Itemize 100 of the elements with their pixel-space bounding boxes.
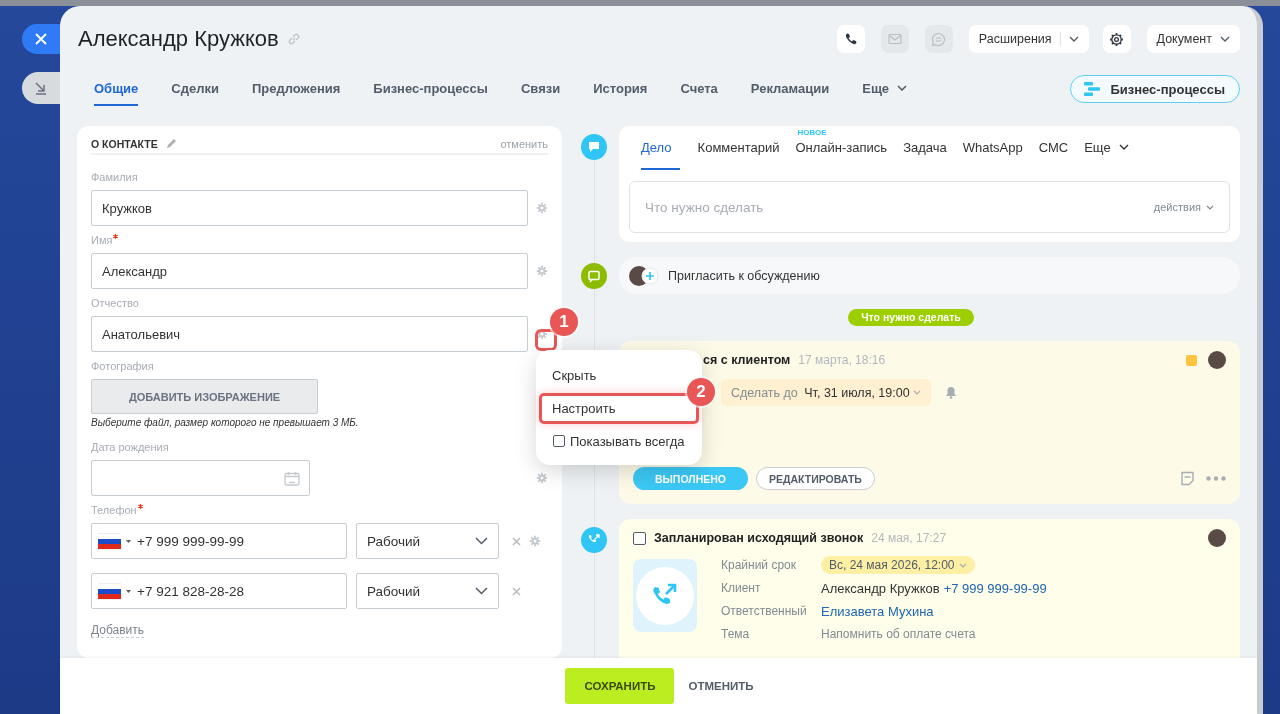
subject-text: Напомнить об оплате счета bbox=[821, 627, 976, 641]
activity-tab[interactable]: Дело bbox=[641, 126, 680, 170]
chevron-down-icon bbox=[912, 390, 921, 395]
date-field[interactable] bbox=[91, 460, 311, 496]
checkbox[interactable] bbox=[633, 531, 646, 545]
edit-button[interactable]: РЕДАКТИРОВАТЬ bbox=[756, 467, 875, 490]
checkbox[interactable] bbox=[553, 435, 565, 447]
tab[interactable]: Бизнес-процессы bbox=[373, 72, 488, 106]
responsible-link[interactable]: Елизавета Мухина bbox=[821, 603, 934, 619]
settings-icon[interactable] bbox=[536, 265, 548, 277]
tab[interactable]: Связи bbox=[520, 72, 561, 106]
call-button[interactable] bbox=[836, 25, 865, 53]
tab[interactable]: Еще bbox=[862, 72, 908, 106]
contact-title: Александр Кружков bbox=[78, 26, 279, 52]
call-time: 24 мая, 17:27 bbox=[871, 531, 947, 545]
chevron-down-icon bbox=[1068, 36, 1079, 42]
flag-icon bbox=[98, 582, 121, 600]
remove-icon[interactable] bbox=[512, 586, 521, 596]
more-tab[interactable]: Еще bbox=[1076, 126, 1137, 170]
settings-icon[interactable] bbox=[536, 202, 548, 214]
deadline-chip[interactable]: Вс, 24 мая 2026, 12:00 bbox=[821, 556, 975, 574]
tab[interactable]: История bbox=[593, 72, 648, 106]
deadline-chip[interactable]: Сделать до Чт, 31 июля, 19:00 bbox=[721, 379, 931, 406]
add-link[interactable]: Добавить bbox=[91, 623, 145, 638]
tab[interactable]: Сделки bbox=[171, 72, 219, 106]
placeholder-text: Что нужно сделать bbox=[645, 199, 764, 215]
more-icon[interactable] bbox=[1206, 476, 1226, 481]
add-image-button[interactable]: ДОБАВИТЬ ИЗОБРАЖЕНИЕ bbox=[91, 379, 318, 414]
avatar-icon bbox=[1208, 529, 1226, 547]
chevron-down-icon bbox=[897, 85, 908, 91]
invite-bar[interactable]: Пригласить к обсуждению bbox=[619, 257, 1240, 294]
note-icon[interactable] bbox=[1180, 471, 1195, 486]
todo-input[interactable]: Что нужно сделать действия bbox=[629, 181, 1230, 233]
hint-text: Выберите файл, размер которого не превышает 3 МБ. bbox=[91, 417, 360, 428]
caret-icon bbox=[126, 539, 131, 543]
chevron-down-icon bbox=[1206, 204, 1214, 210]
document-button[interactable]: Документ bbox=[1146, 25, 1240, 53]
checkbox-label[interactable]: Показывать всегда bbox=[570, 433, 685, 449]
tab[interactable]: Рекламации bbox=[750, 72, 830, 106]
text-field[interactable]: Александр bbox=[91, 253, 529, 289]
tab[interactable]: Счета bbox=[680, 72, 718, 106]
phone-link[interactable]: +7 999 999-99-99 bbox=[943, 580, 1047, 596]
remove-icon[interactable] bbox=[512, 536, 521, 546]
activity-tab[interactable]: WhatsApp bbox=[954, 126, 1031, 170]
activity-tab[interactable]: Комментарий bbox=[689, 126, 788, 170]
phone-field[interactable]: +7 999 999-99-99 bbox=[91, 523, 347, 559]
message-icon bbox=[581, 134, 607, 160]
save-button[interactable]: СОХРАНИТЬ bbox=[565, 668, 675, 704]
tab[interactable]: Предложения bbox=[252, 72, 341, 106]
mail-icon bbox=[887, 33, 902, 45]
link-icon[interactable] bbox=[286, 32, 301, 46]
bell-icon[interactable] bbox=[944, 386, 957, 399]
field-label: Имя bbox=[91, 234, 113, 246]
actions-dropdown[interactable]: действия bbox=[1153, 201, 1214, 213]
field-label: Фамилия bbox=[91, 171, 138, 183]
close-button[interactable] bbox=[22, 24, 60, 54]
settings-button[interactable] bbox=[1102, 25, 1131, 53]
chevron-down-icon bbox=[1118, 144, 1129, 150]
cancel-button[interactable]: ОТМЕНИТЬ bbox=[676, 668, 766, 704]
business-processes-button[interactable]: Бизнес-процессы bbox=[1070, 75, 1240, 103]
tab[interactable]: Общие bbox=[94, 72, 139, 106]
detail-label: Крайний срок bbox=[721, 558, 797, 572]
process-icon bbox=[1083, 81, 1102, 97]
phone-field[interactable]: +7 921 828-28-28 bbox=[91, 573, 347, 609]
section-title: О КОНТАКТЕ bbox=[91, 137, 158, 150]
settings-icon[interactable] bbox=[529, 535, 541, 547]
text-field[interactable]: Анатольевич bbox=[91, 316, 529, 352]
call-title: Запланирован исходящий звонок bbox=[654, 531, 864, 545]
avatar-add-icon bbox=[629, 265, 659, 286]
extensions-button[interactable]: Расширения bbox=[968, 25, 1089, 53]
settings-icon bbox=[1109, 31, 1125, 47]
detail-label: Тема bbox=[721, 627, 751, 641]
chat-bubble-icon bbox=[581, 263, 607, 289]
tag-icon bbox=[1186, 354, 1197, 366]
close-icon bbox=[35, 33, 47, 45]
minimize-button[interactable] bbox=[22, 72, 60, 104]
calendar-icon bbox=[284, 470, 301, 486]
activity-tab[interactable]: Задача bbox=[895, 126, 955, 170]
flag-icon bbox=[98, 532, 121, 550]
phone-icon bbox=[843, 32, 858, 46]
step-badge: 1 bbox=[550, 308, 578, 336]
field-label: Отчество bbox=[91, 297, 139, 309]
phone-type-select[interactable]: Рабочий bbox=[356, 523, 499, 559]
phone-type-select[interactable]: Рабочий bbox=[356, 573, 499, 609]
todo-title: ся с клиентом bbox=[703, 353, 791, 367]
activity-tab[interactable]: СМС bbox=[1030, 126, 1077, 170]
chevron-down-icon bbox=[1220, 36, 1230, 42]
text-field[interactable]: Кружков bbox=[91, 190, 529, 226]
arrow-down-right-icon bbox=[34, 81, 48, 95]
field-label: Телефон bbox=[91, 504, 137, 516]
chevron-down-icon bbox=[475, 587, 488, 595]
caret-icon bbox=[126, 589, 131, 593]
outgoing-call-icon bbox=[581, 527, 607, 553]
chevron-down-icon bbox=[958, 562, 967, 568]
chat-icon bbox=[931, 31, 947, 47]
detail-label: Ответственный bbox=[721, 604, 808, 618]
chevron-down-icon bbox=[475, 537, 488, 545]
pencil-icon[interactable] bbox=[165, 138, 177, 149]
new-label: НОВОЕ bbox=[797, 128, 827, 137]
settings-icon[interactable] bbox=[536, 472, 548, 484]
